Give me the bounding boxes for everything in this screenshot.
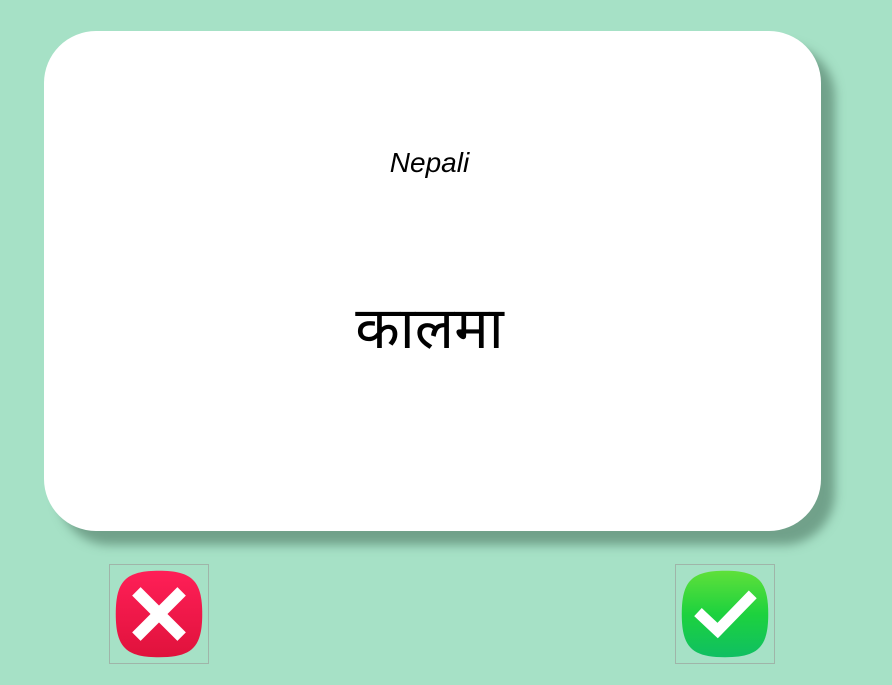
wrong-answer-button[interactable] — [109, 564, 209, 664]
card-language-label: Nepali — [389, 147, 470, 178]
flashcard-screen: Nepali कालमा — [0, 0, 892, 685]
card-word: कालमा — [355, 294, 504, 362]
correct-answer-button[interactable] — [675, 564, 775, 664]
close-icon — [115, 570, 203, 658]
flashcard[interactable]: Nepali कालमा — [44, 31, 821, 531]
checkmark-icon — [681, 570, 769, 658]
